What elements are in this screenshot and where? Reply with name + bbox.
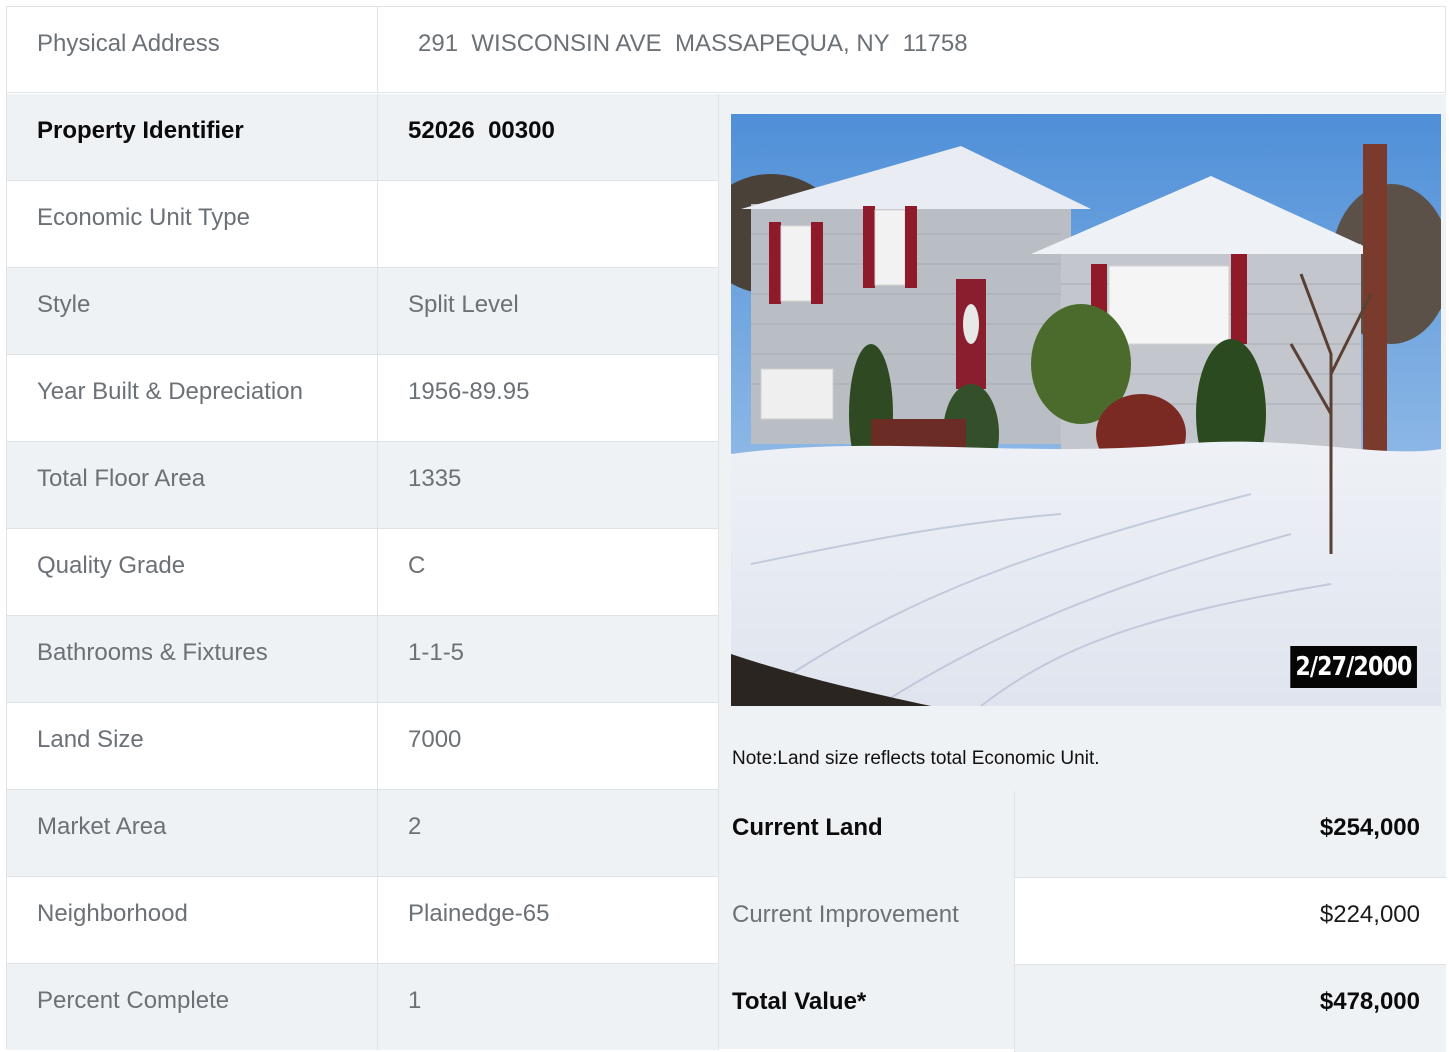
table-row: Market Area 2 bbox=[7, 790, 719, 877]
row-value: $478,000 bbox=[1014, 965, 1446, 1052]
row-label: Style bbox=[7, 268, 378, 354]
row-value: $224,000 bbox=[1014, 878, 1446, 965]
table-row: Style Split Level bbox=[7, 268, 719, 355]
row-value: 1335 bbox=[378, 442, 719, 528]
row-label: Neighborhood bbox=[7, 877, 378, 963]
property-photo: 2/27/2000 bbox=[731, 114, 1441, 706]
row-value: 1956-89.95 bbox=[378, 355, 719, 441]
address-label: Physical Address bbox=[7, 7, 378, 92]
row-value: 1-1-5 bbox=[378, 616, 719, 702]
table-row: Total Value* $478,000 bbox=[719, 965, 1446, 1052]
table-row: Neighborhood Plainedge-65 bbox=[7, 877, 719, 964]
row-label: Current Improvement bbox=[732, 901, 959, 928]
table-row: Current Land $254,000 bbox=[719, 791, 1446, 878]
row-label: Bathrooms & Fixtures bbox=[7, 616, 378, 702]
valuation-table: Current Land $254,000 Current Improvemen… bbox=[719, 791, 1446, 1052]
table-row: Year Built & Depreciation 1956-89.95 bbox=[7, 355, 719, 442]
row-value: Split Level bbox=[378, 268, 719, 354]
table-row: Current Improvement $224,000 bbox=[719, 878, 1446, 965]
property-details-table: Property Identifier 52026 00300 Economic… bbox=[7, 94, 719, 1050]
row-value bbox=[378, 181, 719, 267]
land-size-note: Note:Land size reflects total Economic U… bbox=[732, 748, 1100, 769]
row-value: 7000 bbox=[378, 703, 719, 789]
row-label: Total Value* bbox=[732, 988, 867, 1015]
row-label: Percent Complete bbox=[7, 964, 378, 1050]
row-value: C bbox=[378, 529, 719, 615]
table-row: Quality Grade C bbox=[7, 529, 719, 616]
photo-and-values-panel: 2/27/2000 Note:Land size reflects total … bbox=[719, 94, 1446, 1052]
table-row: Bathrooms & Fixtures 1-1-5 bbox=[7, 616, 719, 703]
row-label: Quality Grade bbox=[7, 529, 378, 615]
photo-date-stamp: 2/27/2000 bbox=[1290, 646, 1417, 688]
row-label: Land Size bbox=[7, 703, 378, 789]
table-row: Property Identifier 52026 00300 bbox=[7, 94, 719, 181]
row-value: Plainedge-65 bbox=[378, 877, 719, 963]
table-row: Percent Complete 1 bbox=[7, 964, 719, 1050]
row-value: 1 bbox=[378, 964, 719, 1050]
row-label: Property Identifier bbox=[7, 94, 378, 180]
table-row: Total Floor Area 1335 bbox=[7, 442, 719, 529]
row-label: Economic Unit Type bbox=[7, 181, 378, 267]
row-label: Total Floor Area bbox=[7, 442, 378, 528]
row-label: Market Area bbox=[7, 790, 378, 876]
house-illustration bbox=[731, 114, 1441, 706]
table-row: Land Size 7000 bbox=[7, 703, 719, 790]
row-label: Year Built & Depreciation bbox=[7, 355, 378, 441]
address-value: 291 WISCONSIN AVE MASSAPEQUA, NY 11758 bbox=[418, 30, 968, 57]
row-value: 2 bbox=[378, 790, 719, 876]
row-value: $254,000 bbox=[1014, 791, 1446, 878]
row-label: Current Land bbox=[732, 814, 883, 841]
row-value: 52026 00300 bbox=[378, 94, 719, 180]
address-row: Physical Address 291 WISCONSIN AVE MASSA… bbox=[7, 7, 1446, 93]
table-row: Economic Unit Type bbox=[7, 181, 719, 268]
